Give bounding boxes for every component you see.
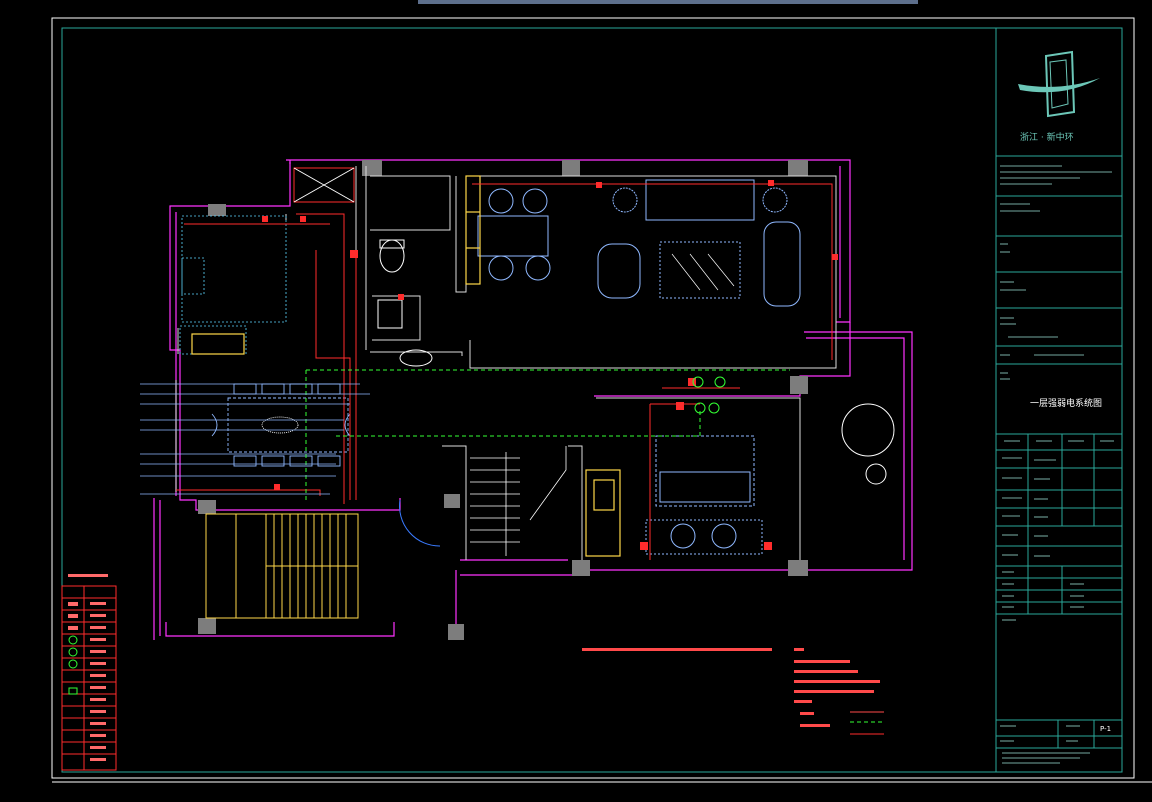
shelving xyxy=(465,175,621,557)
circuit-leader-lines xyxy=(140,383,370,495)
legend-table xyxy=(61,574,117,771)
balcony-table xyxy=(841,403,895,485)
stairs xyxy=(205,513,359,619)
shower-box xyxy=(293,167,355,203)
inner-stairs xyxy=(470,446,567,556)
electrical-symbols xyxy=(262,180,838,550)
inner-sheet-border xyxy=(61,27,1123,773)
strong-current-wiring xyxy=(176,183,833,560)
weak-current-outlets xyxy=(692,376,726,414)
floor-plan xyxy=(140,159,913,640)
outer-sheet-border xyxy=(51,17,1135,779)
living-room-furniture xyxy=(477,179,801,307)
cad-drawing-canvas[interactable]: 浙江 · 新中环 一层强弱电系统图 P-1 xyxy=(0,0,1152,802)
bedroom-bed xyxy=(645,435,763,555)
kitchen-counter xyxy=(191,333,245,355)
weak-current-wiring xyxy=(305,369,790,500)
sheet-title: 一层强弱电系统图 xyxy=(1030,397,1102,409)
sheet-number: P-1 xyxy=(1100,725,1111,733)
kitchen-cabinets xyxy=(179,215,287,355)
bathroom-fixtures xyxy=(377,239,433,367)
company-logo xyxy=(1018,50,1100,118)
logo-caption: 浙江 · 新中环 xyxy=(1020,131,1074,143)
entry-door-swing xyxy=(399,499,441,547)
drawing-notes xyxy=(582,648,884,735)
